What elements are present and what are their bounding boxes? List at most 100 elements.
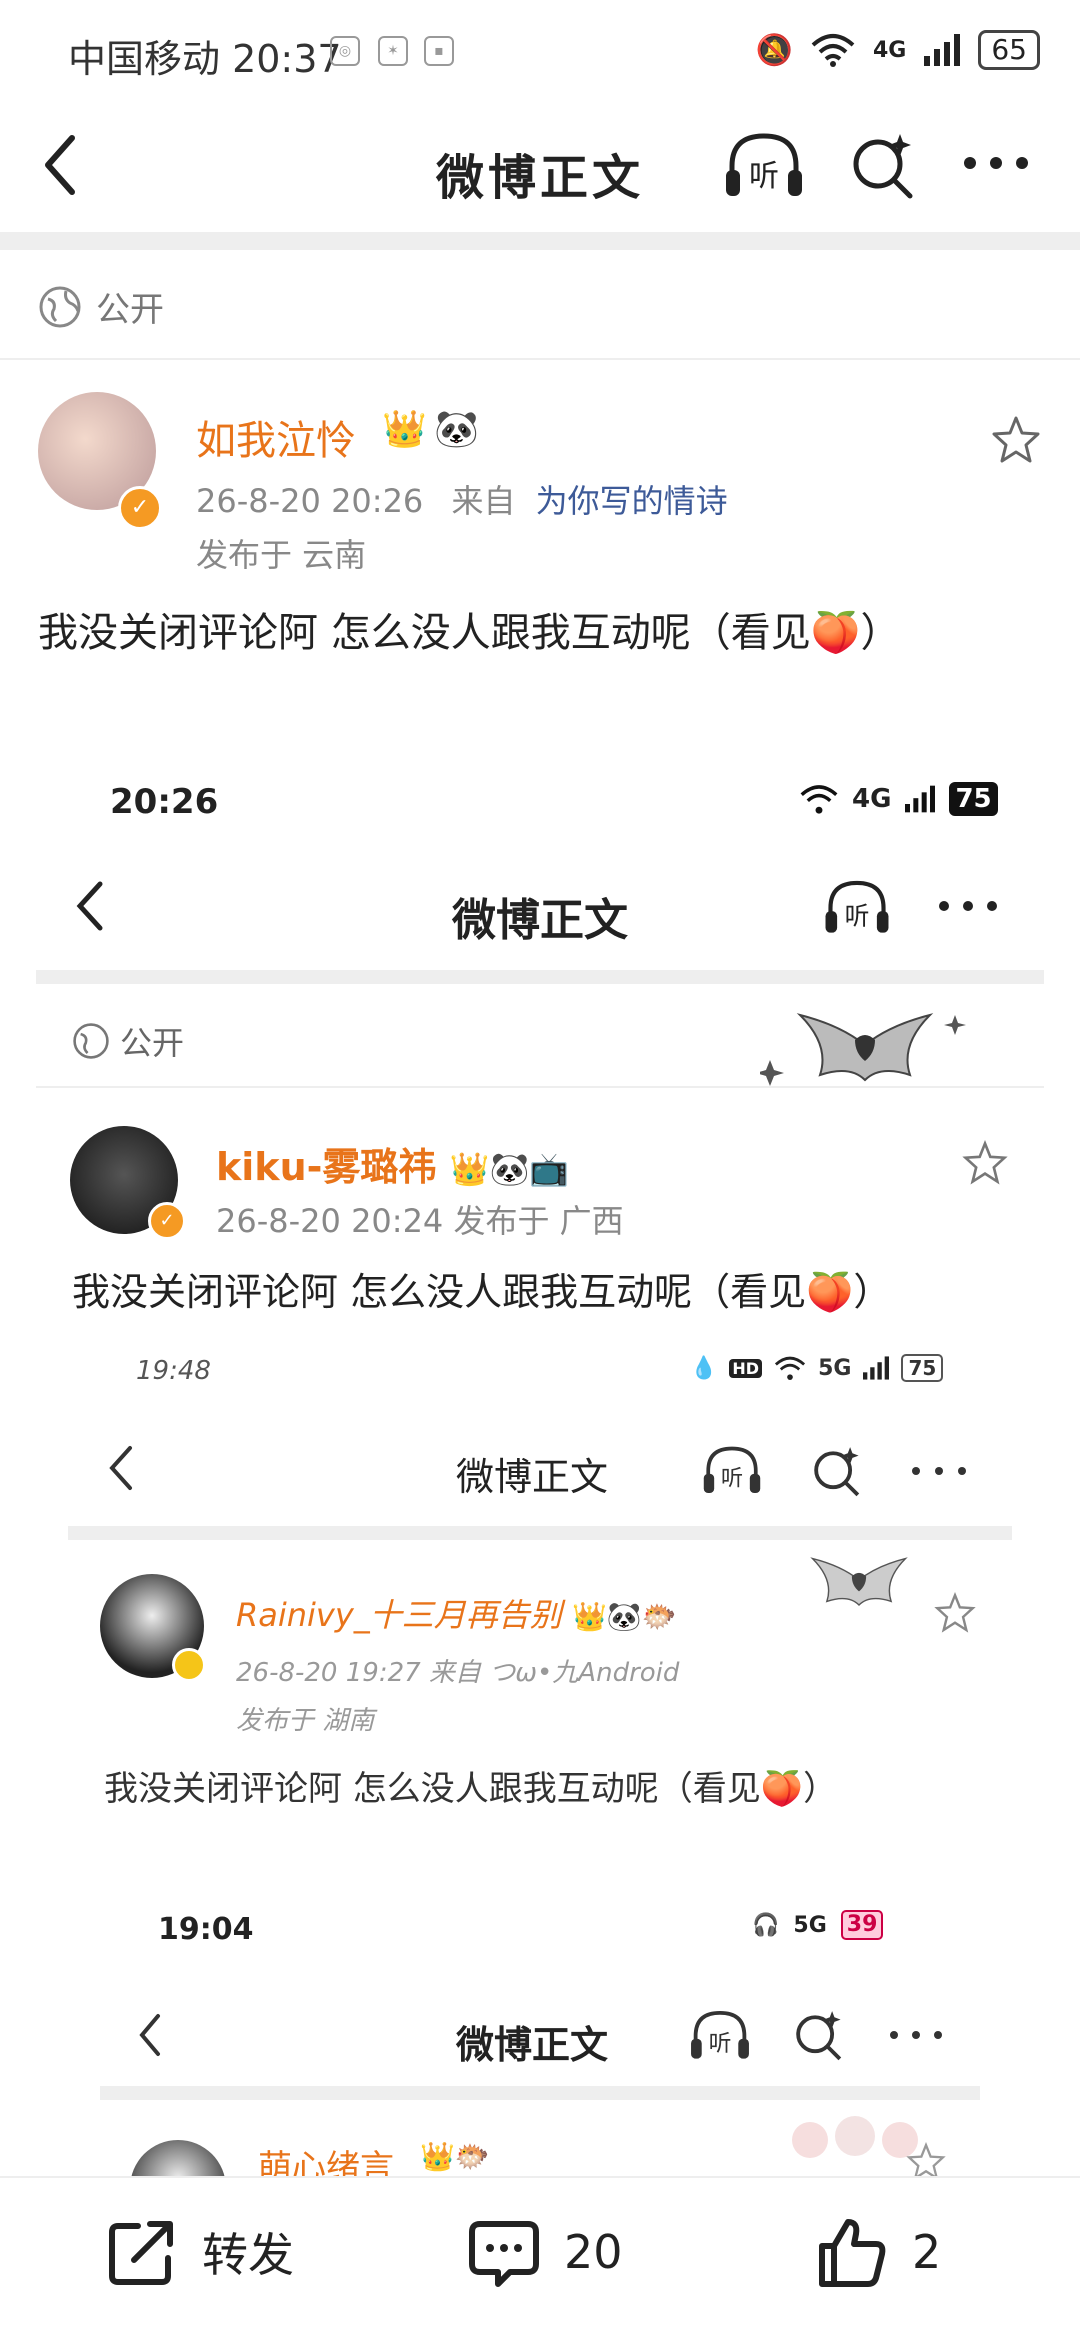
section-divider — [0, 232, 1080, 250]
badge-icons: 👑🐼📺 — [449, 1150, 570, 1188]
status-right: 🔕 4G 65 — [756, 30, 1040, 70]
like-count: 2 — [912, 2225, 942, 2279]
divider-line — [36, 1086, 1044, 1088]
comment-button[interactable]: 20 — [466, 2214, 623, 2290]
favorite-star-icon — [962, 1140, 1008, 1185]
embedded-status-right: 4G 75 — [800, 782, 998, 816]
crown-badge-icon: 👑 — [382, 409, 427, 450]
repost-button[interactable]: 转发 — [104, 2214, 294, 2290]
wifi-icon — [775, 1356, 806, 1380]
post-location: 发布于 云南 — [196, 536, 367, 574]
wifi-icon — [811, 34, 855, 67]
wifi-icon — [800, 785, 838, 814]
comment-icon — [469, 2221, 539, 2287]
listen-icon[interactable]: 听 — [722, 130, 806, 200]
post-text: 我没关闭评论阿 怎么没人跟我互动呢（看见🍑） — [38, 610, 901, 656]
search-icon — [796, 2011, 842, 2061]
embedded-status-right: 🎧 5G 39 — [752, 1910, 884, 1940]
verified-badge-icon: ✓ — [148, 1202, 186, 1240]
listen-icon: 听 — [703, 1446, 761, 1494]
network-label: 5G — [818, 1355, 852, 1381]
more-icon — [939, 901, 997, 911]
favorite-star-icon[interactable] — [990, 414, 1042, 466]
search-icon[interactable] — [848, 130, 918, 200]
visibility-label: 公开 — [120, 1024, 185, 1062]
embedded-title: 微博正文 — [452, 895, 628, 946]
embedded-time: 19:04 — [158, 1912, 254, 1947]
hd-icon: HD — [729, 1358, 763, 1378]
favorite-star-icon — [934, 1592, 976, 1633]
comment-count: 20 — [564, 2225, 623, 2279]
svg-text:听: 听 — [709, 2031, 732, 2057]
like-button[interactable]: 2 — [814, 2214, 941, 2290]
username-text: Rainivy_十三月再告别 — [236, 1596, 562, 1634]
badge-icons: 👑🐼🐡 — [571, 1600, 677, 1633]
badge-icons: 👑🐡 — [420, 2140, 490, 2173]
embedded-text: 我没关闭评论阿 怎么没人跟我互动呢（看见🍑） — [104, 1769, 838, 1809]
embedded-title: 微博正文 — [456, 1455, 609, 1499]
divider-line — [0, 358, 1080, 360]
embedded-title: 微博正文 — [456, 2023, 609, 2067]
listen-icon: 听 — [825, 880, 889, 933]
heart-sticker-icon — [760, 1013, 966, 1086]
post-source[interactable]: 为你写的情诗 — [536, 482, 728, 520]
username-text: kiku-雾璐祎 — [216, 1145, 437, 1189]
embedded-text: 我没关闭评论阿 怎么没人跟我互动呢（看见🍑） — [72, 1270, 892, 1314]
from-prefix: 来自 — [451, 482, 516, 520]
panda-badge-icon: 🐼 — [434, 409, 479, 450]
more-icon — [912, 1467, 966, 1475]
embedded-divider — [100, 2086, 980, 2100]
embedded-divider — [36, 970, 1044, 984]
svg-text:听: 听 — [749, 159, 779, 194]
globe-icon — [39, 286, 81, 327]
svg-text:听: 听 — [845, 901, 870, 930]
search-icon — [814, 1447, 860, 1497]
page-title: 微博正文 — [435, 150, 644, 206]
post-meta: 26-8-20 20:26 来自 为你写的情诗 — [196, 476, 728, 522]
signal-icon — [924, 34, 961, 66]
battery-indicator: 75 — [901, 1354, 944, 1382]
mute-icon: 🔕 — [755, 32, 793, 68]
heart-sticker-icon — [810, 1557, 908, 1607]
back-icon — [139, 2014, 160, 2056]
svg-text:听: 听 — [721, 1466, 743, 1492]
notification-icon: ◎ — [330, 36, 360, 66]
share-icon — [109, 2221, 173, 2285]
battery-indicator: 65 — [978, 30, 1040, 70]
repost-label: 转发 — [202, 2228, 294, 2282]
embedded-time: 19:48 — [136, 1356, 211, 1386]
embedded-location: 发布于 湖南 — [236, 1706, 375, 1736]
embedded-meta: 26-8-20 20:24 发布于 广西 — [216, 1202, 624, 1240]
post-time: 26-8-20 20:26 — [196, 482, 424, 520]
verified-badge-icon: ✓ — [118, 486, 162, 530]
visibility-row: 公开 — [38, 282, 164, 331]
battery-indicator: 39 — [840, 1910, 884, 1940]
carrier-time: 中国移动 20:37 — [68, 37, 342, 81]
network-label: 4G — [872, 37, 907, 63]
notification-icon: ▪ — [424, 36, 454, 66]
status-bar: 中国移动 20:37 ◎ ✶ ▪ 🔕 4G 65 — [0, 0, 1080, 100]
drop-icon: 💧 — [690, 1355, 718, 1381]
embedded-status-right: 💧 HD 5G 75 — [690, 1354, 944, 1382]
listen-icon: 听 — [691, 2010, 749, 2059]
embedded-visibility: 公开 — [72, 1018, 184, 1064]
notification-icon: ✶ — [378, 36, 408, 66]
verified-badge-icon — [172, 1648, 206, 1682]
thumbs-up-icon — [819, 2219, 886, 2287]
back-icon — [109, 1446, 132, 1490]
more-icon[interactable] — [960, 148, 1032, 178]
embedded-divider — [68, 1526, 1012, 1540]
embedded-time: 20:26 — [110, 782, 219, 822]
battery-indicator: 75 — [949, 782, 998, 816]
embedded-username: Rainivy_十三月再告别 👑🐼🐡 — [236, 1590, 677, 1636]
globe-icon — [73, 1023, 109, 1059]
signal-icon — [863, 1356, 890, 1380]
more-icon — [890, 2031, 942, 2039]
headset-icon: 🎧 — [752, 1912, 780, 1938]
username[interactable]: 如我泣怜 — [196, 408, 356, 466]
signal-icon — [905, 785, 936, 813]
visibility-label: 公开 — [96, 290, 164, 330]
embedded-username: kiku-雾璐祎 👑🐼📺 — [216, 1136, 569, 1191]
nav-bar: 微博正文 听 — [0, 100, 1080, 230]
embedded-meta: 26-8-20 19:27 来自 つω•九Android — [236, 1658, 680, 1688]
